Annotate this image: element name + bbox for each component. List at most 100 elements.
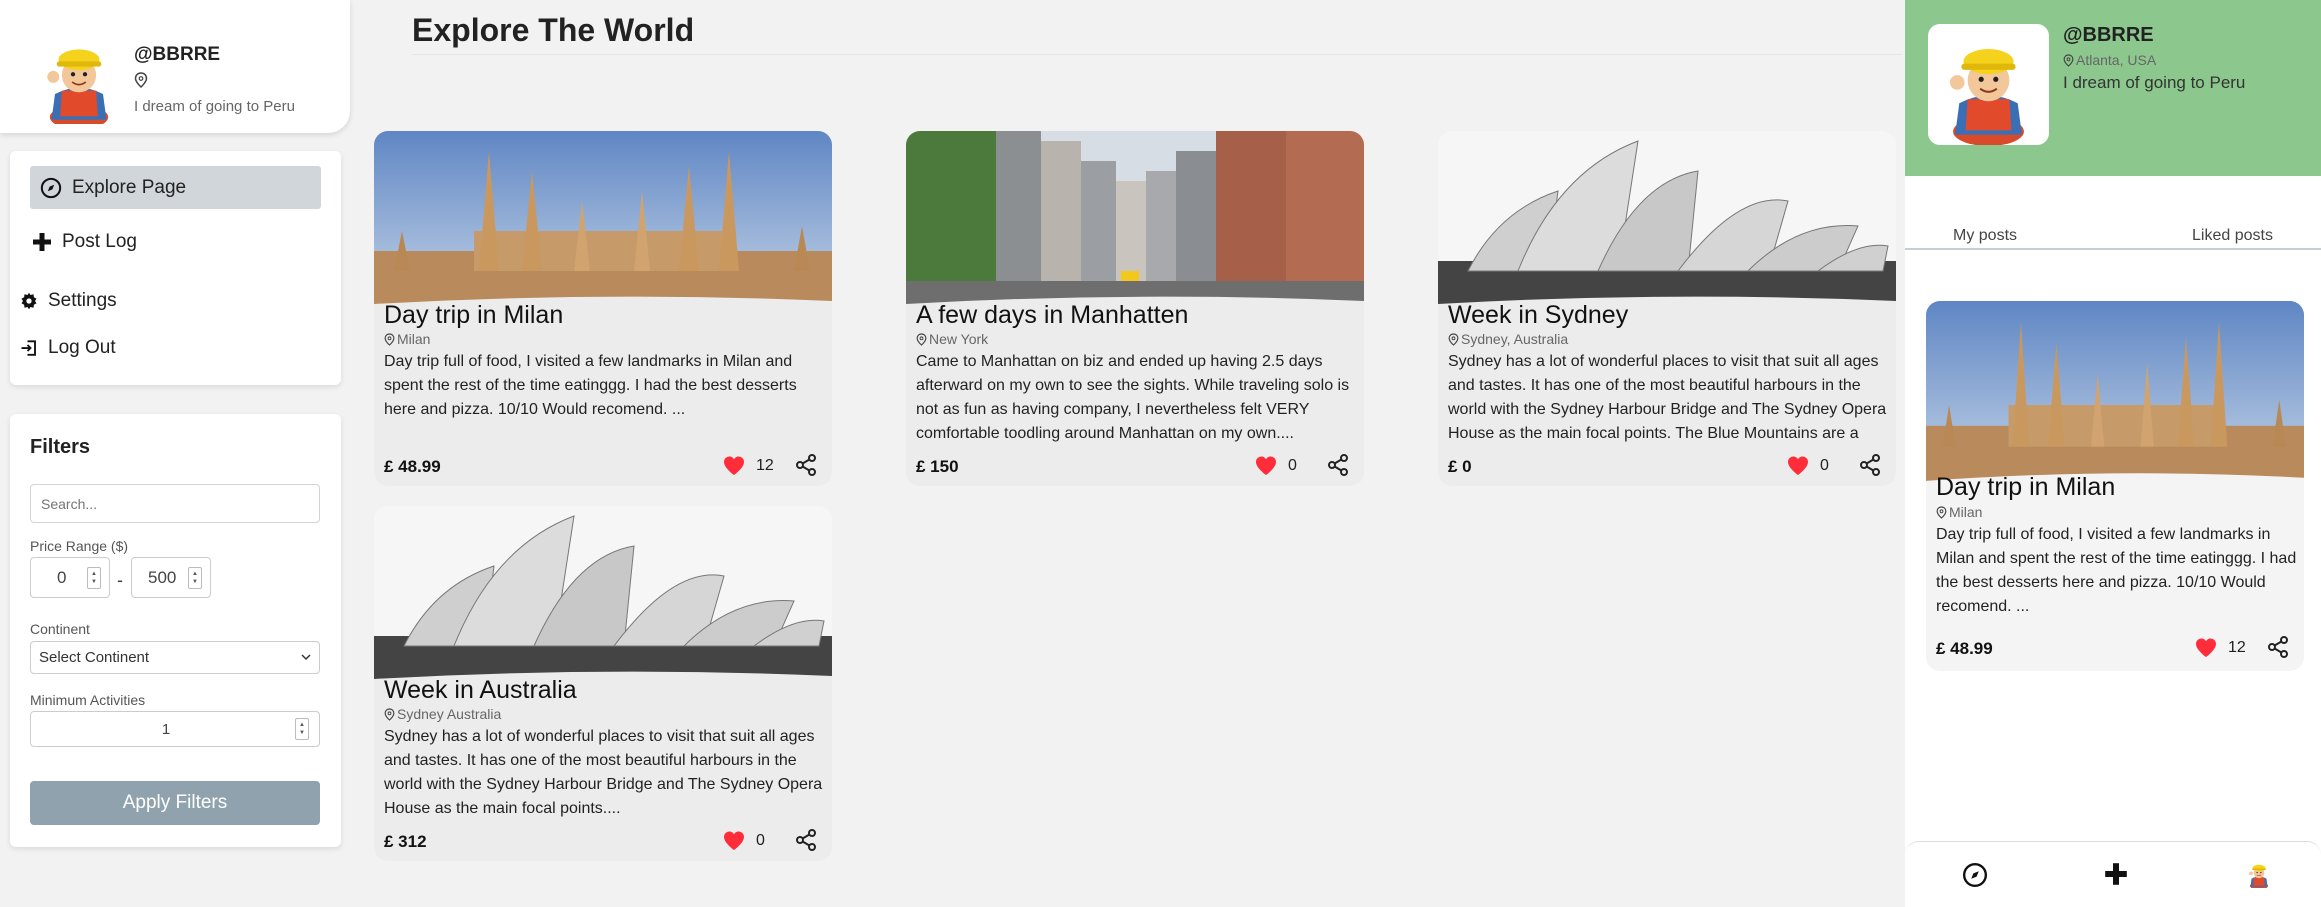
post-image-sydney [374, 506, 832, 681]
bottom-nav-bar [1905, 841, 2321, 907]
like-count: 0 [1288, 457, 1297, 474]
avatar-icon[interactable] [2245, 860, 2273, 888]
price-separator: - [117, 570, 123, 590]
sidebar-item-logout[interactable]: Log Out [20, 337, 116, 359]
sidebar-item-explore[interactable]: Explore Page [30, 166, 321, 209]
compass-icon[interactable] [1962, 862, 1988, 888]
profile-location-text: Atlanta, USA [2076, 52, 2157, 68]
post-description: Came to Manhattan on biz and ended up ha… [916, 353, 1350, 442]
post-card[interactable]: Day trip in Milan Milan Day trip full of… [1926, 301, 2304, 671]
stepper-arrows-icon[interactable]: ▲ ▼ [188, 567, 202, 589]
profile-bio: I dream of going to Peru [134, 98, 295, 115]
post-image-manhattan [906, 131, 1364, 306]
location-pin-icon [1936, 505, 1947, 519]
share-button[interactable] [794, 453, 818, 482]
profile-handle: @BBRRE [134, 44, 221, 65]
like-count: 12 [756, 457, 774, 474]
heart-icon [724, 456, 744, 475]
like-button[interactable]: 0 [1254, 454, 1297, 478]
price-max-input[interactable]: 500 ▲ ▼ [131, 557, 211, 598]
location-pin-icon [2063, 53, 2074, 67]
stepper-arrows-icon[interactable]: ▲ ▼ [295, 718, 309, 740]
share-button[interactable] [1858, 453, 1882, 482]
share-button[interactable] [2266, 635, 2290, 664]
profile-location: Atlanta, USA [2063, 52, 2156, 68]
post-description: Sydney has a lot of wonderful places to … [1448, 353, 1887, 442]
post-price: £ 48.99 [1936, 639, 1993, 658]
continent-selected: Select Continent [39, 649, 150, 666]
location-pin-icon [384, 332, 395, 346]
tab-divider [1905, 248, 2321, 250]
post-card[interactable]: Day trip in Milan Milan Day trip full of… [374, 131, 832, 486]
sidebar-item-label: Post Log [62, 231, 137, 252]
sidebar-item-label: Settings [48, 290, 117, 311]
share-icon [2268, 636, 2288, 658]
post-price: £ 48.99 [384, 457, 441, 476]
sidebar-item-post-log[interactable]: Post Log [32, 231, 137, 253]
post-price: £ 312 [384, 832, 427, 851]
post-title: A few days in Manhatten [916, 301, 1189, 329]
share-icon [796, 454, 816, 476]
like-count: 12 [2228, 639, 2246, 656]
logout-icon [21, 340, 36, 356]
post-price: £ 150 [916, 457, 959, 476]
location-pin-icon [384, 707, 395, 721]
share-icon [1860, 454, 1880, 476]
heart-icon [1788, 456, 1808, 475]
post-title: Day trip in Milan [1936, 473, 2116, 501]
post-card[interactable]: Week in Australia Sydney Australia Sydne… [374, 506, 832, 861]
plus-icon[interactable] [2104, 862, 2128, 886]
apply-filters-button[interactable]: Apply Filters [30, 781, 320, 825]
location-pin-icon [1448, 332, 1459, 346]
share-button[interactable] [794, 828, 818, 857]
min-activities-label: Minimum Activities [30, 692, 146, 708]
title-divider [412, 54, 1902, 55]
post-card[interactable]: A few days in Manhatten New York Came to… [906, 131, 1364, 486]
sidebar-item-label: Explore Page [72, 176, 187, 198]
share-icon [1328, 454, 1348, 476]
min-activities-value: 1 [161, 720, 171, 738]
post-image-milan [374, 131, 832, 306]
post-title: Week in Sydney [1448, 301, 1629, 329]
share-button[interactable] [1326, 453, 1350, 482]
price-max-value: 500 [148, 567, 177, 587]
sidebar-item-settings[interactable]: Settings [20, 290, 117, 312]
sidebar-nav: Explore Page Post Log Settings Log Out [10, 151, 341, 385]
sidebar-item-label: Log Out [48, 337, 116, 358]
post-location-text: Sydney, Australia [1461, 331, 1569, 347]
heart-icon [2196, 638, 2216, 657]
like-button[interactable]: 12 [2194, 636, 2246, 660]
like-button[interactable]: 0 [1786, 454, 1829, 478]
heart-icon [1256, 456, 1276, 475]
post-location-text: Milan [1949, 504, 1983, 520]
avatar[interactable] [36, 34, 122, 124]
tab-my-posts[interactable]: My posts [1953, 227, 2017, 245]
post-image-sydney [1438, 131, 1896, 306]
continent-select[interactable]: Select Continent [30, 641, 320, 674]
chevron-down-icon [301, 654, 311, 661]
like-button[interactable]: 0 [722, 829, 765, 853]
post-card[interactable]: Week in Sydney Sydney, Australia Sydney … [1438, 131, 1896, 486]
profile-card: @BBRRE I dream of going to Peru [0, 0, 350, 133]
tab-liked-posts[interactable]: Liked posts [2192, 227, 2273, 245]
gear-icon [21, 292, 37, 310]
like-button[interactable]: 12 [722, 454, 774, 478]
profile-bio: I dream of going to Peru [2063, 73, 2246, 92]
location-pin-icon [134, 72, 148, 93]
post-description: Day trip full of food, I visited a few l… [384, 353, 797, 418]
plus-icon [33, 233, 51, 251]
price-min-value: 0 [57, 567, 67, 587]
post-image-milan [1926, 301, 2304, 483]
post-location: Milan [1936, 504, 1982, 520]
min-activities-input[interactable]: 1 ▲ ▼ [30, 711, 320, 747]
post-description: Day trip full of food, I visited a few l… [1936, 526, 2297, 615]
share-icon [796, 829, 816, 851]
stepper-arrows-icon[interactable]: ▲ ▼ [87, 567, 101, 589]
page-title: Explore The World [412, 12, 695, 48]
heart-icon [724, 831, 744, 850]
avatar[interactable] [1928, 24, 2049, 145]
search-input[interactable] [30, 484, 320, 523]
price-min-input[interactable]: 0 ▲ ▼ [30, 557, 110, 598]
like-count: 0 [1820, 457, 1829, 474]
post-title: Day trip in Milan [384, 301, 564, 329]
